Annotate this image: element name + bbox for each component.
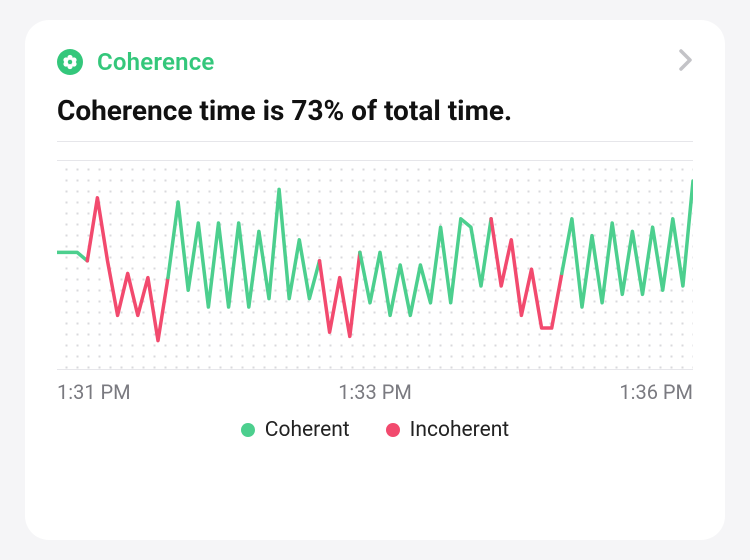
x-tick: 1:36 PM <box>619 380 693 404</box>
incoherent-segment <box>320 252 360 336</box>
chevron-right-icon[interactable] <box>679 49 693 75</box>
incoherent-segment <box>87 198 168 341</box>
chart-plot <box>57 160 693 370</box>
coherent-segment <box>57 252 87 260</box>
coherent-segment <box>360 219 491 316</box>
x-tick: 1:33 PM <box>338 380 412 404</box>
chart-area: 1:31 PM 1:33 PM 1:36 PM Coherent Incoher… <box>57 160 693 516</box>
card-title: Coherence <box>97 48 215 76</box>
legend-item-incoherent: Incoherent <box>386 418 510 442</box>
summary-text: Coherence time is 73% of total time. <box>57 94 693 142</box>
legend-dot-coherent <box>241 423 255 437</box>
x-tick: 1:31 PM <box>57 380 131 404</box>
legend-label: Incoherent <box>410 418 510 442</box>
legend-dot-incoherent <box>386 423 400 437</box>
legend-item-coherent: Coherent <box>241 418 350 442</box>
legend: Coherent Incoherent <box>57 418 693 442</box>
coherence-card: Coherence Coherence time is 73% of total… <box>25 20 725 540</box>
legend-label: Coherent <box>265 418 350 442</box>
line-chart-svg <box>57 160 693 370</box>
coherent-segment <box>562 181 693 307</box>
card-header[interactable]: Coherence <box>57 48 693 76</box>
coherence-flower-icon <box>57 49 83 75</box>
incoherent-segment <box>491 219 562 328</box>
x-axis-ticks: 1:31 PM 1:33 PM 1:36 PM <box>57 380 693 404</box>
coherent-segment <box>168 189 320 307</box>
header-left: Coherence <box>57 48 215 76</box>
